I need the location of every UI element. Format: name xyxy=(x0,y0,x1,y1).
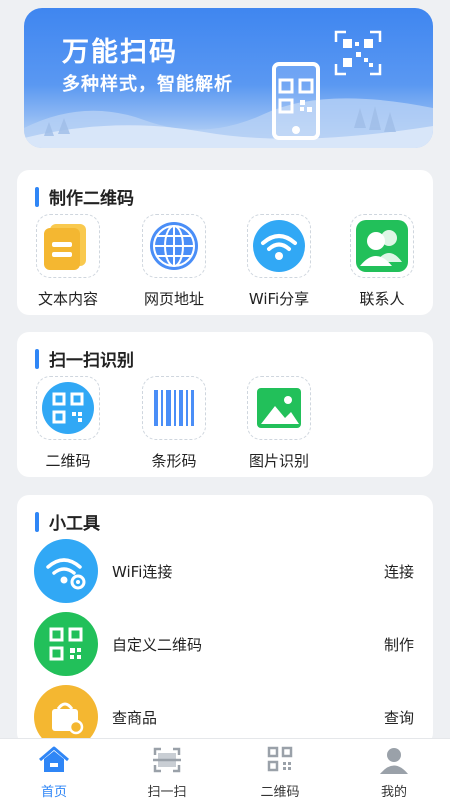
nav-scan[interactable]: 扫一扫 xyxy=(127,745,207,800)
image-icon xyxy=(257,388,301,428)
banner-subtitle: 多种样式，智能解析 xyxy=(62,74,233,95)
section-title: 制作二维码 xyxy=(35,184,134,209)
barcode-icon xyxy=(154,390,194,426)
nav-qrcode[interactable]: 二维码 xyxy=(240,745,320,800)
tool-product-lookup-action[interactable]: 查询 xyxy=(384,707,414,728)
tool-wifi-connect[interactable]: WiFi连接 连接 xyxy=(34,539,414,607)
section-title-text: 制作二维码 xyxy=(49,189,134,209)
text-content-icon xyxy=(44,224,86,270)
qrcode-icon xyxy=(42,382,94,434)
scan-qrcode[interactable]: 二维码 xyxy=(23,376,113,471)
scan-image[interactable]: 图片识别 xyxy=(234,376,324,471)
section-title: 小工具 xyxy=(35,509,100,534)
tool-wifi-connect-action[interactable]: 连接 xyxy=(384,561,414,582)
home-icon xyxy=(39,746,69,772)
section-title-text: 扫一扫识别 xyxy=(49,351,134,371)
wifi-gear-icon xyxy=(34,539,98,603)
nav-scan-label: 扫一扫 xyxy=(147,785,187,800)
section-title: 扫一扫识别 xyxy=(35,346,134,371)
hero-banner[interactable]: 万能扫码 多种样式，智能解析 xyxy=(24,8,433,148)
nav-home-label: 首页 xyxy=(40,785,67,800)
qrcode-custom-icon xyxy=(34,612,98,676)
tool-custom-qrcode[interactable]: 自定义二维码 制作 xyxy=(34,612,414,680)
tool-custom-qrcode-action[interactable]: 制作 xyxy=(384,634,414,655)
scan-icon xyxy=(153,747,181,773)
make-wifi-share[interactable]: WiFi分享 xyxy=(234,214,324,309)
contacts-icon xyxy=(356,220,408,272)
make-contact-label: 联系人 xyxy=(359,290,405,308)
scan-barcode[interactable]: 条形码 xyxy=(129,376,219,471)
make-web-url-label: 网页地址 xyxy=(143,290,204,308)
user-icon xyxy=(380,748,408,774)
wifi-icon xyxy=(253,220,305,272)
landscape-illustration xyxy=(24,98,433,148)
tools-card: 小工具 WiFi连接 连接 自定义二维码 制作 查商品 查询 xyxy=(17,495,433,749)
tool-custom-qrcode-name: 自定义二维码 xyxy=(112,636,203,654)
scan-recognize-card: 扫一扫识别 二维码 条形码 图片识别 xyxy=(17,332,433,477)
make-web-url[interactable]: 网页地址 xyxy=(129,214,219,309)
scan-frame-icon xyxy=(334,30,382,76)
section-title-text: 小工具 xyxy=(49,514,100,534)
scan-image-label: 图片识别 xyxy=(248,452,309,470)
phone-illustration xyxy=(272,62,320,140)
scan-barcode-label: 条形码 xyxy=(151,452,197,470)
tool-wifi-connect-name: WiFi连接 xyxy=(112,563,173,581)
globe-icon xyxy=(150,222,198,270)
nav-mine-label: 我的 xyxy=(380,785,407,800)
scan-qrcode-label: 二维码 xyxy=(45,452,91,470)
nav-mine[interactable]: 我的 xyxy=(354,745,434,800)
make-contact[interactable]: 联系人 xyxy=(337,214,427,309)
banner-title: 万能扫码 xyxy=(62,37,178,68)
make-wifi-share-label: WiFi分享 xyxy=(248,290,310,308)
make-text-content[interactable]: 文本内容 xyxy=(23,214,113,309)
bottom-navigation: 首页 扫一扫 二维码 我的 xyxy=(0,738,450,800)
tool-product-lookup-name: 查商品 xyxy=(112,709,158,727)
qrcode-nav-icon xyxy=(267,746,293,772)
nav-home[interactable]: 首页 xyxy=(14,745,94,800)
make-qrcode-card: 制作二维码 文本内容 网页地址 WiFi分享 联系人 xyxy=(17,170,433,315)
phone-qrcode-icon xyxy=(278,78,314,114)
make-text-content-label: 文本内容 xyxy=(37,290,98,308)
nav-qrcode-label: 二维码 xyxy=(260,785,300,800)
